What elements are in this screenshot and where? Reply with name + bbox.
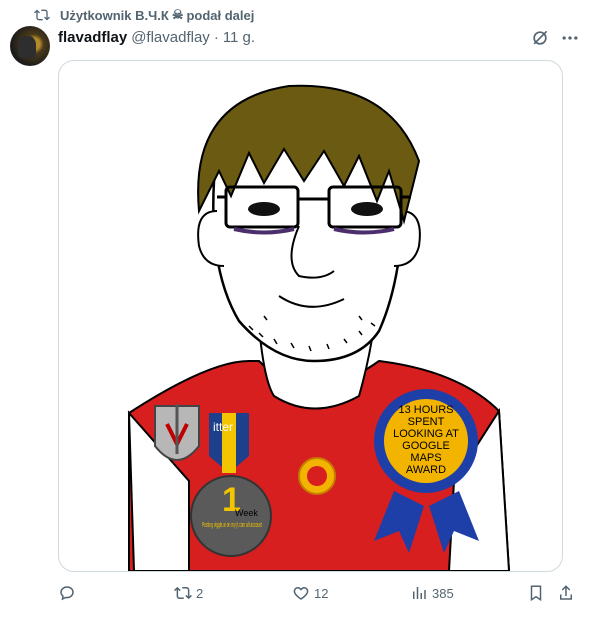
award-line: SPENT	[408, 416, 445, 428]
award-line: GOOGLE	[402, 440, 450, 452]
action-bar: 2 12 385	[0, 584, 608, 604]
repost-action-icon	[174, 586, 192, 600]
reply-button[interactable]	[58, 584, 80, 602]
skull-icon: ☠	[171, 7, 184, 22]
avatar[interactable]	[10, 26, 50, 66]
handle[interactable]: @flavadflay	[131, 29, 210, 46]
heart-icon	[293, 586, 309, 600]
repost-user[interactable]: Użytkownik В.Ч.К	[60, 8, 169, 23]
bookmark-button[interactable]	[527, 584, 545, 602]
medal-unit: Week	[235, 508, 258, 518]
tweet-image[interactable]: itter 1 Week Posting viggle.ai on my jt.…	[58, 60, 563, 572]
share-icon	[560, 585, 572, 600]
repost-icon	[34, 9, 50, 21]
separator: ·	[213, 28, 219, 46]
repost-count: 2	[196, 585, 204, 601]
tweet-header: flavadflay @flavadflay · 11 g.	[58, 27, 255, 47]
views-icon	[413, 587, 426, 599]
timestamp[interactable]: 11 g.	[223, 29, 255, 46]
reply-icon	[60, 586, 74, 601]
award-line: 13 HOURS	[398, 404, 453, 416]
award-line: MAPS	[410, 452, 441, 464]
repost-button[interactable]: 2	[174, 584, 203, 602]
share-button[interactable]	[557, 584, 575, 602]
like-button[interactable]: 12	[292, 584, 328, 602]
repost-suffix: podał dalej	[186, 7, 255, 23]
meme-illustration: itter 1 Week Posting viggle.ai on my jt.…	[127, 84, 511, 571]
repost-indicator[interactable]: Użytkownik В.Ч.К ☠ podał dalej	[34, 6, 254, 24]
award-line: AWARD	[406, 464, 446, 476]
medal-caption: Posting viggle.ai on my jt.com alt accou…	[202, 522, 262, 529]
bookmark-icon	[530, 585, 542, 602]
views-count: 385	[432, 585, 454, 601]
award-line: LOOKING AT	[393, 428, 459, 440]
views-button[interactable]: 385	[410, 584, 454, 602]
display-name[interactable]: flavadflay	[58, 29, 127, 46]
ribbon-text: itter	[213, 420, 233, 434]
like-count: 12	[314, 585, 329, 601]
more-options-icon[interactable]	[560, 28, 580, 48]
grok-icon[interactable]	[530, 28, 550, 48]
